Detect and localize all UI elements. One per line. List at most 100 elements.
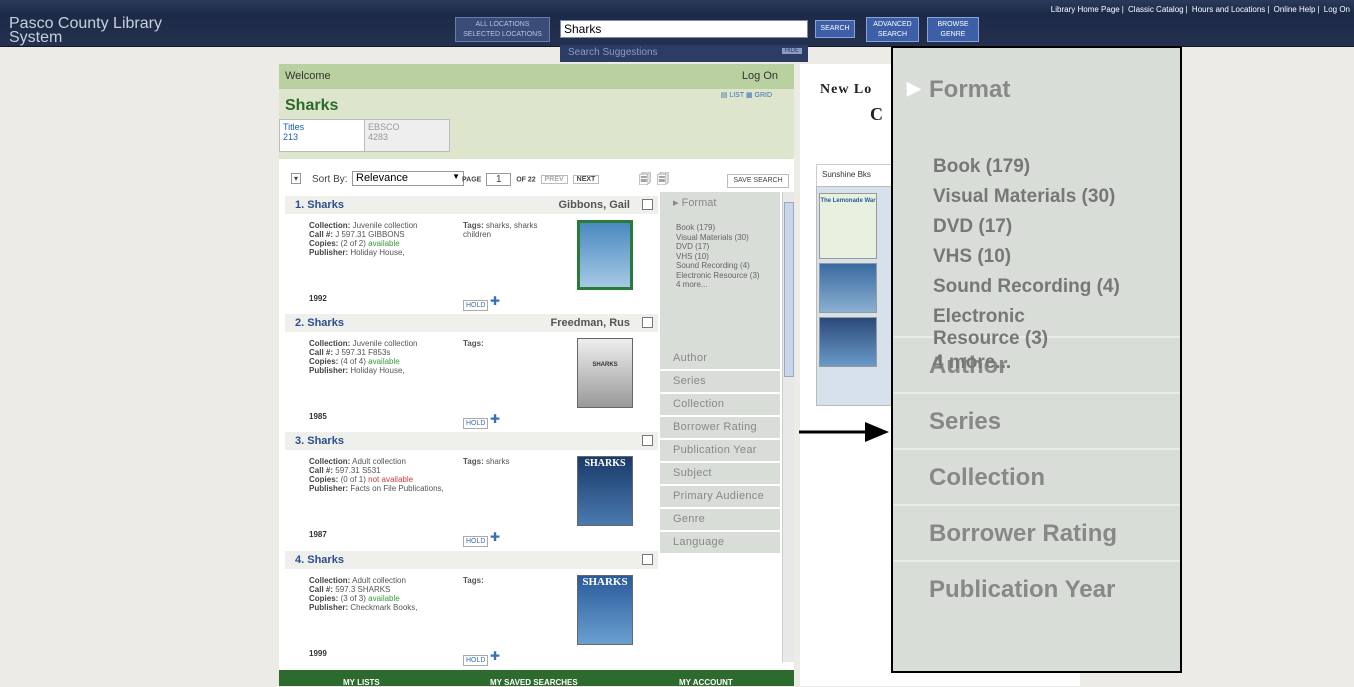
select-checkbox[interactable]: [642, 435, 653, 446]
sort-bar: ▾ Sort By: Relevance ▼ PAGE 1 OF 22 PREV …: [279, 170, 794, 190]
format-more[interactable]: 4 more...: [676, 280, 764, 290]
record-title[interactable]: Sharks: [307, 435, 344, 447]
tab-ebsco[interactable]: EBSCO 4283: [364, 119, 450, 152]
advanced-search-button[interactable]: ADVANCED SEARCH: [866, 17, 919, 42]
export-icon-2[interactable]: 🗐: [657, 170, 669, 191]
add-to-list-icon[interactable]: ✚: [490, 531, 500, 543]
format-item[interactable]: Visual Materials (30): [676, 233, 764, 243]
facet-collection[interactable]: Collection: [660, 394, 780, 415]
facet-format[interactable]: ▸ Format Book (179) Visual Materials (30…: [660, 192, 780, 348]
prev-button[interactable]: PREV: [540, 175, 568, 185]
add-to-list-icon[interactable]: ✚: [490, 295, 500, 307]
new-books-heading-2: C: [870, 104, 883, 124]
list-view-button[interactable]: ▤ LIST: [721, 92, 744, 99]
zoom-facet-series[interactable]: Series: [893, 394, 1180, 450]
format-item[interactable]: VHS (10): [676, 252, 764, 262]
facet-primary-audience[interactable]: Primary Audience: [660, 486, 780, 507]
format-item[interactable]: DVD (17): [676, 242, 764, 252]
hold-button[interactable]: HOLD: [463, 418, 489, 429]
link-online-help[interactable]: Online Help: [1274, 5, 1316, 14]
zoom-format-more[interactable]: 4 more...: [933, 350, 1180, 376]
format-item[interactable]: Sound Recording (4): [676, 261, 764, 271]
hide-suggestions-button[interactable]: HIDE: [781, 48, 802, 54]
zoom-format-item[interactable]: VHS (10): [933, 242, 1180, 272]
page-number-input[interactable]: 1: [486, 173, 512, 186]
link-classic-catalog[interactable]: Classic Catalog: [1128, 5, 1184, 14]
facet-subject[interactable]: Subject: [660, 463, 780, 484]
welcome-text: Welcome: [285, 70, 331, 82]
zoom-format-item[interactable]: Sound Recording (4): [933, 272, 1180, 302]
record-author[interactable]: Freedman, Rus: [551, 317, 630, 329]
browse-genre-button[interactable]: BROWSE GENRE: [927, 17, 979, 42]
zoom-facet-format[interactable]: ▶ Format Book (179) Visual Materials (30…: [893, 48, 1180, 373]
search-input[interactable]: Sharks: [560, 20, 808, 38]
sort-select[interactable]: Relevance ▼: [352, 171, 464, 186]
page-of: OF 22: [516, 176, 536, 184]
next-button[interactable]: NEXT: [572, 175, 600, 185]
zoom-format-item[interactable]: Book (179): [933, 152, 1180, 182]
zoom-format-item[interactable]: Visual Materials (30): [933, 182, 1180, 212]
export-icon[interactable]: 🗐: [639, 170, 651, 191]
zoom-format-title: Format: [929, 76, 1011, 103]
book-cover[interactable]: SHARKS: [577, 456, 633, 526]
select-checkbox[interactable]: [642, 199, 653, 210]
search-suggestions[interactable]: Search Suggestions HIDE: [560, 45, 808, 62]
facet-series[interactable]: Series: [660, 371, 780, 392]
zoom-format-item[interactable]: Resource (3): [933, 328, 1180, 350]
tab-sunshine-books[interactable]: Sunshine Bks: [816, 164, 894, 186]
link-log-on[interactable]: Log On: [1324, 5, 1350, 14]
add-to-list-icon[interactable]: ✚: [490, 650, 500, 662]
collapse-icon[interactable]: ▾: [291, 173, 302, 184]
facet-author[interactable]: Author: [660, 348, 780, 369]
availability-status: not available: [368, 475, 414, 484]
hold-button[interactable]: HOLD: [463, 655, 489, 666]
zoom-facet-collection[interactable]: Collection: [893, 450, 1180, 506]
book-cover[interactable]: SHARKS: [577, 338, 633, 408]
grid-view-button[interactable]: ▦ GRID: [746, 92, 772, 99]
facet-panel: ▸ Format Book (179) Visual Materials (30…: [660, 192, 780, 658]
hold-button[interactable]: HOLD: [463, 536, 489, 547]
link-hours-locations[interactable]: Hours and Locations: [1192, 5, 1265, 14]
select-checkbox[interactable]: [642, 554, 653, 565]
publisher-value: Holiday House,: [350, 248, 405, 257]
record-meta: Collection: Juvenile collection Call #: …: [309, 339, 418, 375]
scrollbar[interactable]: [782, 192, 794, 662]
add-to-list-icon[interactable]: ✚: [490, 413, 500, 425]
all-locations-option[interactable]: ALL LOCATIONS: [456, 20, 549, 30]
facet-publication-year[interactable]: Publication Year: [660, 440, 780, 461]
scrollbar-thumb[interactable]: [784, 202, 794, 377]
format-item[interactable]: Book (179): [676, 223, 764, 233]
record-title[interactable]: Sharks: [307, 199, 344, 211]
facet-language[interactable]: Language: [660, 532, 780, 553]
book-cover[interactable]: [577, 220, 633, 290]
hold-button[interactable]: HOLD: [463, 300, 489, 311]
zoom-facet-publication-year[interactable]: Publication Year: [893, 562, 1180, 618]
tab-titles[interactable]: Titles 213: [279, 119, 365, 152]
save-search-button[interactable]: SAVE SEARCH: [727, 174, 789, 188]
bottom-nav: MY LISTS MY SAVED SEARCHES MY ACCOUNT: [279, 670, 794, 687]
sort-label: Sort By:: [312, 174, 348, 185]
select-checkbox[interactable]: [642, 317, 653, 328]
location-toggle[interactable]: ALL LOCATIONS SELECTED LOCATIONS: [455, 17, 550, 42]
facet-borrower-rating[interactable]: Borrower Rating: [660, 417, 780, 438]
result-record: 2. Sharks Freedman, Rus Collection: Juve…: [285, 314, 658, 430]
book-cover[interactable]: SHARKS: [577, 575, 633, 645]
record-author[interactable]: Gibbons, Gail: [558, 199, 630, 211]
zoom-format-item[interactable]: Electronic: [933, 306, 1180, 328]
record-title[interactable]: Sharks: [307, 554, 344, 566]
selected-locations-option[interactable]: SELECTED LOCATIONS: [456, 30, 549, 40]
carousel-book[interactable]: [819, 263, 877, 313]
facet-genre[interactable]: Genre: [660, 509, 780, 530]
zoom-facet-borrower-rating[interactable]: Borrower Rating: [893, 506, 1180, 562]
tab-titles-count: 213: [283, 132, 299, 142]
record-title[interactable]: Sharks: [307, 317, 344, 329]
format-item[interactable]: Electronic Resource (3): [676, 271, 764, 281]
link-library-home[interactable]: Library Home Page: [1051, 5, 1120, 14]
carousel-book[interactable]: [819, 317, 877, 367]
search-button[interactable]: SEARCH: [815, 20, 855, 38]
record-header: 3. Sharks: [285, 432, 658, 450]
top-links: Library Home Page | Classic Catalog | Hour…: [1050, 5, 1350, 14]
zoom-format-item[interactable]: DVD (17): [933, 212, 1180, 242]
logon-link[interactable]: Log On: [742, 70, 778, 82]
carousel-book[interactable]: The Lemonade War: [819, 193, 877, 259]
